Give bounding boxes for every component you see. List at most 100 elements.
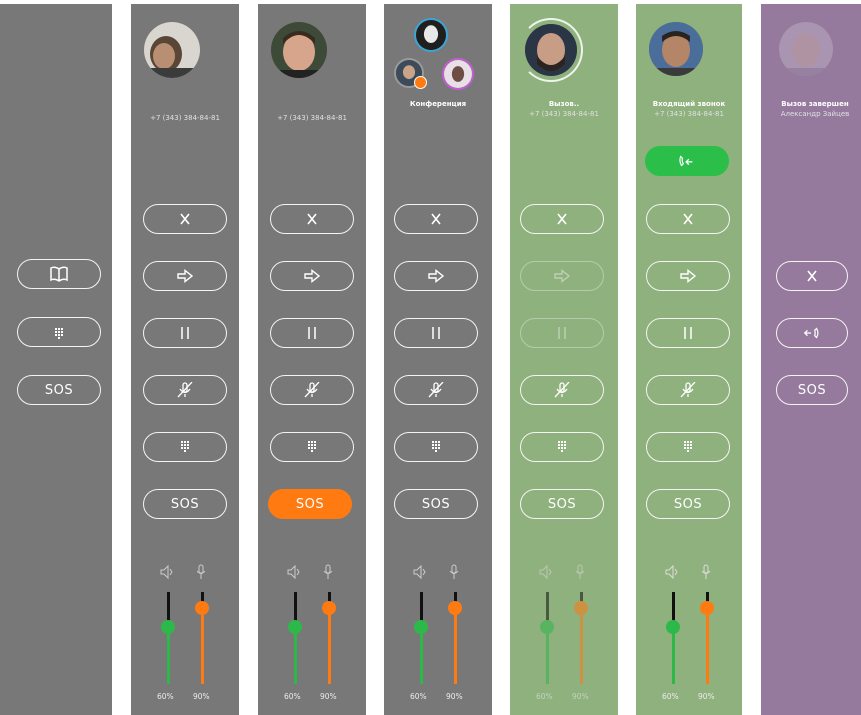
mute-button[interactable] — [646, 375, 730, 405]
sos-button-active[interactable]: SOS — [268, 489, 352, 519]
close-icon — [683, 213, 693, 225]
mute-button[interactable] — [143, 375, 227, 405]
hold-button[interactable] — [143, 318, 227, 348]
transfer-button[interactable] — [394, 261, 478, 291]
speaker-track — [167, 592, 170, 622]
avatar — [271, 22, 327, 78]
sos-button[interactable]: SOS — [520, 489, 604, 519]
speaker-volume-percent: 60% — [284, 692, 301, 701]
avatar-participant-1 — [414, 18, 448, 52]
speaker-track — [546, 592, 549, 622]
panel-conference: Конференция SOS 60% 90% — [384, 4, 492, 715]
mic-off-icon — [554, 382, 570, 398]
mic-slider[interactable] — [574, 601, 588, 615]
answer-button[interactable] — [645, 146, 729, 176]
speaker-icon — [160, 564, 173, 580]
speaker-icon — [539, 564, 552, 580]
sos-label: SOS — [170, 496, 200, 512]
panel-call-1: +7 (343) 384-84-81 SOS 60% 90% — [131, 4, 239, 715]
speaker-volume-percent: 60% — [157, 692, 174, 701]
phone-callback-icon — [803, 327, 819, 339]
mic-volume-percent: 90% — [698, 692, 715, 701]
mute-button[interactable] — [394, 375, 478, 405]
hold-button[interactable] — [270, 318, 354, 348]
speaker-track — [294, 592, 297, 622]
mic-level — [201, 606, 204, 684]
close-icon — [180, 213, 190, 225]
call-status: Вызов.. — [548, 100, 580, 108]
volume-mixer: 60% 90% — [258, 564, 366, 704]
transfer-button[interactable] — [646, 261, 730, 291]
transfer-button[interactable] — [270, 261, 354, 291]
arrow-right-icon — [177, 269, 194, 283]
mic-slider[interactable] — [195, 601, 209, 615]
sos-button[interactable]: SOS — [776, 375, 848, 405]
callback-button[interactable] — [776, 318, 848, 348]
mute-button[interactable] — [270, 375, 354, 405]
dialpad-button[interactable] — [143, 432, 227, 462]
panel-outgoing-call: Вызов.. +7 (343) 384-84-81 SOS 60% 90% — [510, 4, 618, 715]
dialpad-button[interactable] — [646, 432, 730, 462]
hangup-button[interactable] — [394, 204, 478, 234]
panel-call-ended: Вызов завершен Александр Зайцев SOS — [761, 4, 861, 715]
pause-icon — [432, 327, 440, 339]
hold-button[interactable] — [646, 318, 730, 348]
mute-button[interactable] — [520, 375, 604, 405]
speaker-track — [420, 592, 423, 622]
speaker-icon — [287, 564, 300, 580]
microphone-icon — [449, 564, 459, 579]
sos-button[interactable]: SOS — [143, 489, 227, 519]
call-status: Входящий звонок — [652, 100, 726, 108]
call-status: Вызов завершен — [781, 100, 849, 108]
panel-incoming-call: Входящий звонок +7 (343) 384-84-81 SOS 6… — [636, 4, 742, 715]
speaker-slider[interactable] — [414, 620, 428, 634]
mic-level — [706, 606, 709, 684]
mic-level — [454, 606, 457, 684]
volume-mixer: 60% 90% — [131, 564, 239, 704]
sos-button[interactable]: SOS — [394, 489, 478, 519]
mic-slider[interactable] — [448, 601, 462, 615]
close-button[interactable] — [776, 261, 848, 291]
mic-off-icon — [177, 382, 193, 398]
dialpad-button[interactable] — [394, 432, 478, 462]
mic-slider[interactable] — [700, 601, 714, 615]
speaker-slider[interactable] — [666, 620, 680, 634]
dialpad-button[interactable] — [520, 432, 604, 462]
speaker-slider[interactable] — [540, 620, 554, 634]
pause-icon — [558, 327, 566, 339]
panel-idle: SOS — [0, 4, 112, 715]
speaker-slider[interactable] — [161, 620, 175, 634]
microphone-icon — [196, 564, 206, 579]
hold-button[interactable] — [394, 318, 478, 348]
speaker-icon — [413, 564, 426, 580]
panel-call-2: +7 (343) 384-84-81 SOS 60% 90% — [258, 4, 366, 715]
microphone-icon — [575, 564, 585, 579]
close-icon — [807, 270, 817, 282]
hangup-button[interactable] — [646, 204, 730, 234]
conference-title: Конференция — [409, 100, 467, 108]
mic-off-icon — [428, 382, 444, 398]
sos-button[interactable]: SOS — [646, 489, 730, 519]
mic-level — [580, 606, 583, 684]
avatar-participant-3 — [442, 58, 474, 90]
dialpad-button[interactable] — [270, 432, 354, 462]
hold-button[interactable] — [520, 318, 604, 348]
sos-label: SOS — [547, 496, 577, 512]
hangup-button[interactable] — [520, 204, 604, 234]
arrow-right-icon — [304, 269, 321, 283]
transfer-button[interactable] — [143, 261, 227, 291]
dialpad-icon — [181, 441, 189, 452]
hangup-button[interactable] — [143, 204, 227, 234]
mic-volume-percent: 90% — [572, 692, 589, 701]
hangup-button[interactable] — [270, 204, 354, 234]
mic-slider[interactable] — [322, 601, 336, 615]
speaker-slider[interactable] — [288, 620, 302, 634]
dialpad-button[interactable] — [17, 317, 101, 347]
volume-mixer: 60% 90% — [510, 564, 618, 704]
transfer-button[interactable] — [520, 261, 604, 291]
sos-button[interactable]: SOS — [17, 375, 101, 405]
speaker-icon — [665, 564, 678, 580]
sos-label: SOS — [295, 496, 325, 512]
phonebook-button[interactable] — [17, 259, 101, 289]
microphone-icon — [701, 564, 711, 579]
